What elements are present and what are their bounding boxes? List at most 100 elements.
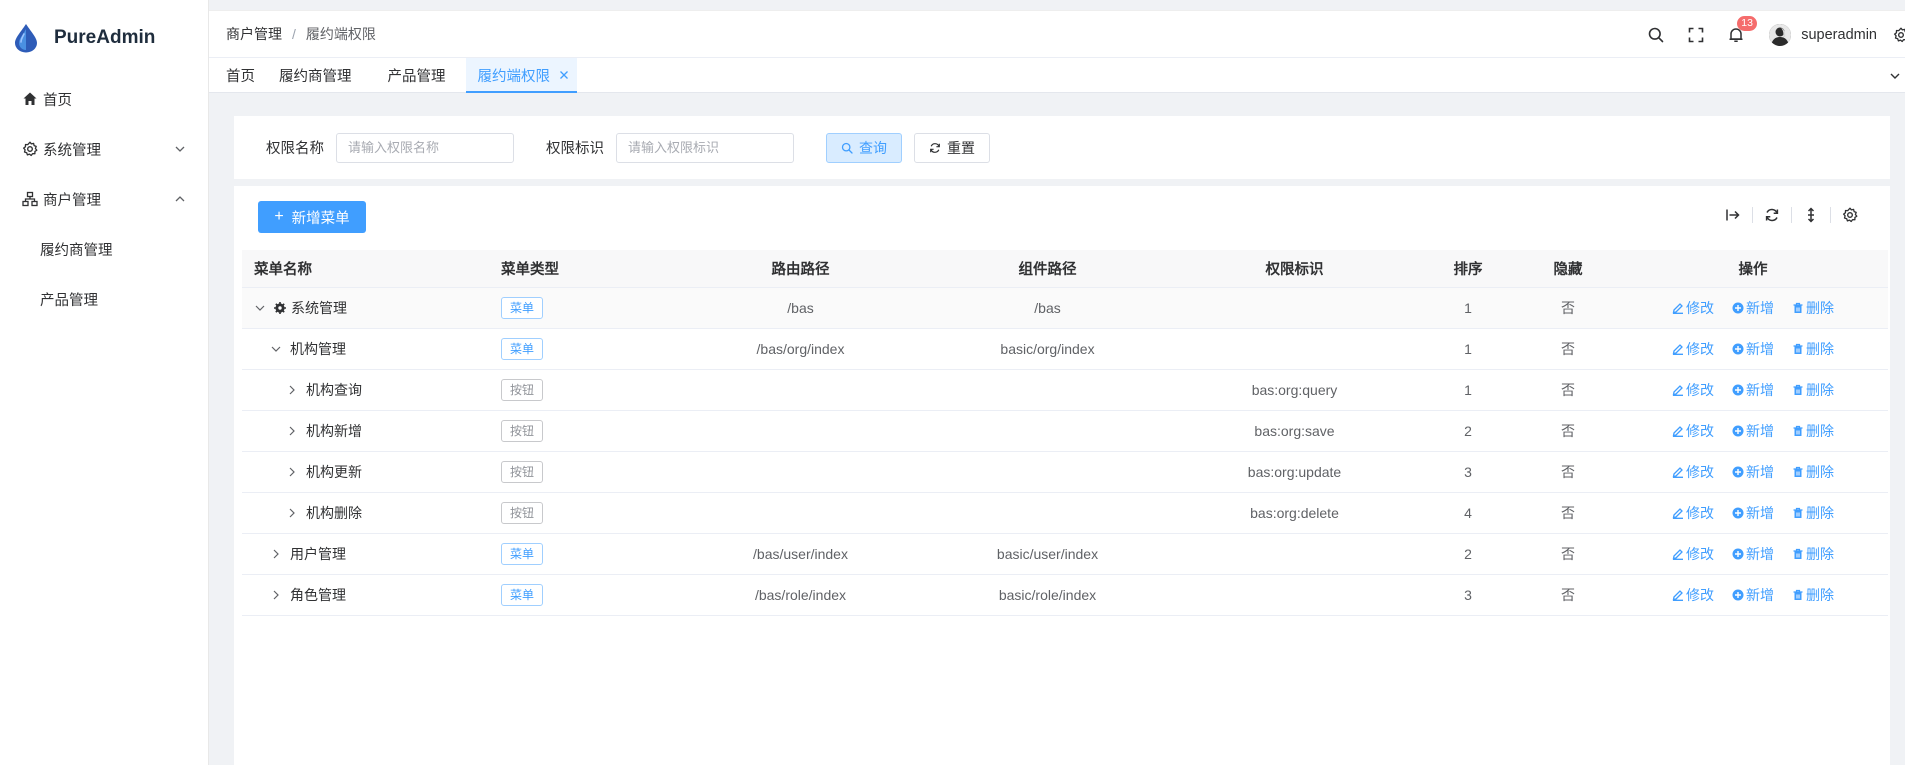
chevron-right-icon[interactable] — [270, 548, 282, 560]
chevron-down-icon[interactable] — [254, 302, 266, 314]
refresh-icon[interactable] — [1764, 207, 1780, 223]
add-button[interactable]: 新增 — [1732, 503, 1774, 523]
add-button[interactable]: 新增 — [1732, 339, 1774, 359]
table-row[interactable]: 角色管理 菜单 /bas/role/index basic/role/index… — [242, 574, 1888, 616]
sort-order: 3 — [1418, 451, 1518, 493]
permission-code-input[interactable] — [616, 132, 794, 163]
edit-button[interactable]: 修改 — [1672, 544, 1714, 564]
tab-label: 履约端权限 — [477, 68, 551, 85]
edit-button[interactable]: 修改 — [1672, 380, 1714, 400]
username[interactable]: superadmin — [1801, 27, 1877, 43]
route-path — [677, 410, 924, 452]
plus-circle-icon — [1732, 466, 1744, 478]
table-row[interactable]: 机构新增 按钮 bas:org:save 2 否 修改 新增 删除 — [242, 410, 1888, 452]
delete-button[interactable]: 删除 — [1792, 298, 1834, 318]
add-label: 新增 — [1746, 546, 1774, 562]
chevron-right-icon[interactable] — [286, 384, 298, 396]
route-path: /bas/role/index — [677, 574, 924, 616]
avatar[interactable] — [1769, 23, 1792, 46]
delete-button[interactable]: 删除 — [1792, 339, 1834, 359]
row-density-icon[interactable] — [1803, 207, 1819, 223]
add-button[interactable]: 新增 — [1732, 462, 1774, 482]
delete-label: 删除 — [1806, 505, 1834, 521]
menu-table: 菜单名称 菜单类型 路由路径 组件路径 权限标识 排序 隐藏 操作 系统管理 菜… — [242, 250, 1888, 616]
logo[interactable]: PureAdmin — [0, 0, 208, 74]
divider — [1830, 207, 1831, 223]
sort-order: 1 — [1418, 328, 1518, 370]
gear-icon[interactable] — [1893, 27, 1905, 43]
sidebar-subitem-fulfiller[interactable]: 履约商管理 — [0, 224, 208, 274]
delete-button[interactable]: 删除 — [1792, 380, 1834, 400]
add-label: 新增 — [1746, 300, 1774, 316]
add-label: 新增 — [1746, 423, 1774, 439]
search-icon[interactable] — [1647, 26, 1665, 44]
table-row[interactable]: 系统管理 菜单 /bas /bas 1 否 修改 新增 删除 — [242, 287, 1888, 329]
menu-name: 机构更新 — [306, 464, 362, 480]
sidebar-subitem-product[interactable]: 产品管理 — [0, 274, 208, 324]
table-row[interactable]: 机构更新 按钮 bas:org:update 3 否 修改 新增 删除 — [242, 451, 1888, 493]
expand-toggle-icon[interactable] — [1725, 207, 1741, 223]
edit-button[interactable]: 修改 — [1672, 585, 1714, 605]
add-button[interactable]: 新增 — [1732, 421, 1774, 441]
chevron-right-icon[interactable] — [270, 589, 282, 601]
chevron-down-icon[interactable] — [270, 343, 282, 355]
edit-button[interactable]: 修改 — [1672, 421, 1714, 441]
sidebar-item-home[interactable]: 首页 — [0, 74, 208, 124]
chevron-down-icon[interactable] — [1889, 70, 1901, 82]
edit-icon — [1672, 549, 1683, 560]
component-path — [924, 492, 1171, 534]
add-button[interactable]: 新增 — [1732, 585, 1774, 605]
chevron-right-icon[interactable] — [286, 425, 298, 437]
component-path — [924, 410, 1171, 452]
delete-button[interactable]: 删除 — [1792, 421, 1834, 441]
breadcrumb-current: 履约端权限 — [305, 26, 376, 42]
tab-home[interactable]: 首页 — [209, 58, 267, 92]
table-row[interactable]: 机构删除 按钮 bas:org:delete 4 否 修改 新增 删除 — [242, 492, 1888, 534]
delete-button[interactable]: 删除 — [1792, 503, 1834, 523]
chevron-right-icon[interactable] — [286, 507, 298, 519]
tab-product[interactable]: 产品管理 — [376, 58, 458, 92]
add-button[interactable]: 新增 — [1732, 544, 1774, 564]
edit-button[interactable]: 修改 — [1672, 339, 1714, 359]
edit-button[interactable]: 修改 — [1672, 298, 1714, 318]
tab-fulfiller-permission[interactable]: 履约端权限 — [465, 58, 577, 93]
delete-label: 删除 — [1806, 546, 1834, 562]
edit-button[interactable]: 修改 — [1672, 503, 1714, 523]
add-button[interactable]: 新增 — [1732, 380, 1774, 400]
edit-button[interactable]: 修改 — [1672, 462, 1714, 482]
delete-button[interactable]: 删除 — [1792, 544, 1834, 564]
column-header: 隐藏 — [1518, 250, 1618, 288]
table-header-row: 菜单名称 菜单类型 路由路径 组件路径 权限标识 排序 隐藏 操作 — [242, 250, 1888, 288]
sidebar-item-merchant[interactable]: 商户管理 — [0, 174, 208, 224]
query-button[interactable]: 查询 — [826, 132, 902, 163]
reset-button[interactable]: 重置 — [914, 132, 990, 163]
type-tag: 按钮 — [501, 379, 544, 401]
chevron-right-icon[interactable] — [286, 466, 298, 478]
permission-code — [1171, 328, 1418, 370]
breadcrumb-item[interactable]: 商户管理 — [226, 24, 282, 44]
logo-icon — [15, 24, 37, 53]
component-path: basic/user/index — [924, 533, 1171, 575]
add-button[interactable]: 新增 — [1732, 298, 1774, 318]
column-settings-icon[interactable] — [1842, 207, 1858, 223]
delete-button[interactable]: 删除 — [1792, 585, 1834, 605]
tab-fulfiller[interactable]: 履约商管理 — [267, 58, 364, 92]
plus-circle-icon — [1732, 425, 1744, 437]
sidebar-item-system[interactable]: 系统管理 — [0, 124, 208, 174]
type-tag: 菜单 — [501, 297, 544, 319]
app-name: PureAdmin — [54, 27, 156, 48]
close-icon[interactable] — [559, 70, 569, 80]
table-row[interactable]: 机构管理 菜单 /bas/org/index basic/org/index 1… — [242, 328, 1888, 370]
delete-label: 删除 — [1806, 587, 1834, 603]
add-menu-button[interactable]: + 新增菜单 — [258, 201, 366, 233]
fullscreen-icon[interactable] — [1687, 26, 1705, 44]
delete-button[interactable]: 删除 — [1792, 462, 1834, 482]
notification-button[interactable]: 13 — [1727, 15, 1757, 44]
permission-name-input[interactable] — [336, 132, 514, 163]
column-header: 菜单名称 — [242, 250, 489, 288]
table-row[interactable]: 机构查询 按钮 bas:org:query 1 否 修改 新增 删除 — [242, 369, 1888, 411]
query-label: 查询 — [859, 139, 887, 156]
route-path — [677, 492, 924, 534]
table-row[interactable]: 用户管理 菜单 /bas/user/index basic/user/index… — [242, 533, 1888, 575]
permission-code: bas:org:update — [1171, 451, 1418, 493]
